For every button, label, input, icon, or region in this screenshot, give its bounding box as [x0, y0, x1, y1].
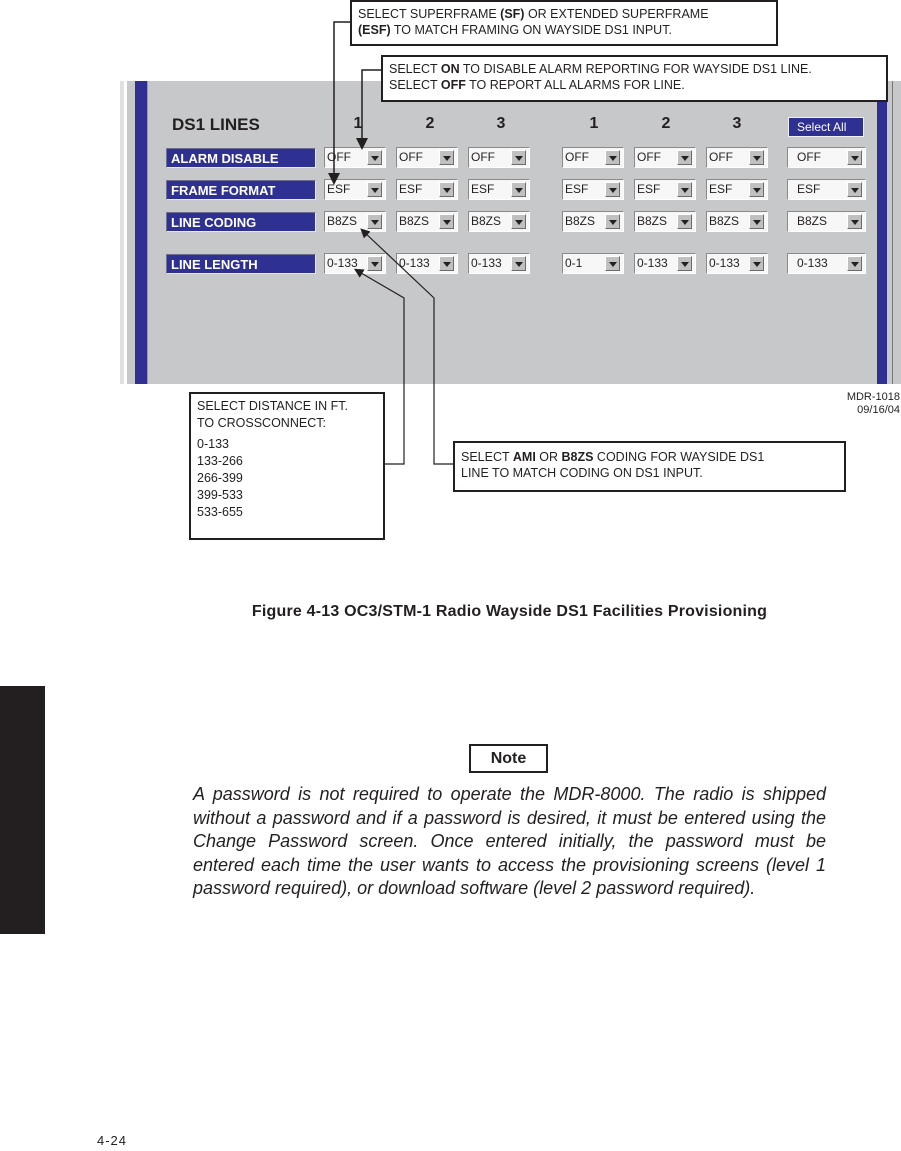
leader-alarm-disable [356, 69, 383, 150]
figure-caption: Figure 4-13 OC3/STM-1 Radio Wayside DS1 … [251, 603, 768, 620]
figure-date: 09/16/04 [857, 404, 900, 416]
leader-frame-format [328, 21, 350, 185]
distance-option: 266-399 [197, 471, 243, 485]
distance-option: 133-266 [197, 454, 243, 468]
distance-option: 399-533 [197, 488, 243, 502]
callout-line-length: SELECT DISTANCE IN FT. TO CROSSCONNECT: … [189, 392, 385, 540]
distance-option: 533-655 [197, 505, 243, 519]
figure-code: MDR-1018 [846, 391, 900, 403]
figure-id: MDR-1018 09/16/04 [800, 391, 900, 417]
section-tab [0, 686, 45, 934]
note-text: A password is not required to operate th… [193, 784, 826, 899]
callout-frame-format: SELECT SUPERFRAME (SF) OR EXTENDED SUPER… [350, 0, 778, 46]
distance-option: 0-133 [197, 437, 229, 451]
page-number: 4-24 [97, 1133, 128, 1148]
callout-alarm-disable: SELECT ON TO DISABLE ALARM REPORTING FOR… [381, 55, 888, 102]
callout-line-coding: SELECT AMI OR B8ZS CODING FOR WAYSIDE DS… [453, 441, 846, 492]
note-heading: Note [469, 744, 548, 773]
